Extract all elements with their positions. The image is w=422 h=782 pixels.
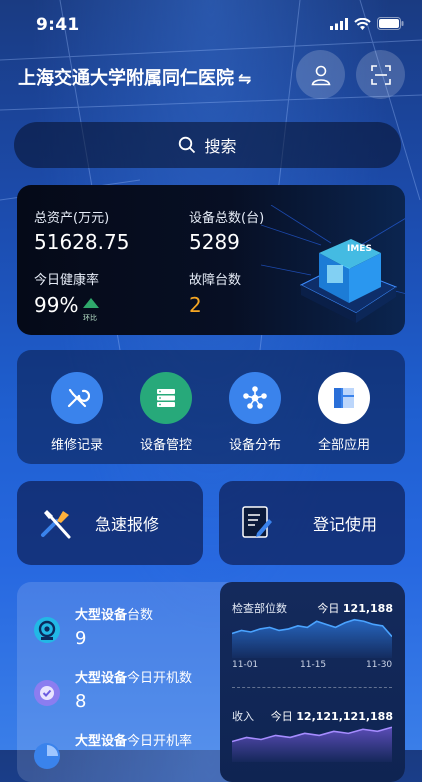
income-area-chart	[232, 726, 392, 762]
imes-chip-illustration: IMES	[261, 205, 405, 323]
large-device-count: 大型设备台数 9	[29, 604, 219, 654]
scan-button[interactable]	[356, 50, 405, 99]
trend-up-icon	[83, 298, 99, 308]
quick-actions: 维修记录 设备管控 设备分布 全部应用	[17, 350, 405, 464]
target-icon	[34, 617, 60, 643]
metric-title: 大型设备今日开机率	[75, 734, 193, 749]
large-device-power-on-count: 大型设备今日开机数 8	[29, 667, 219, 717]
metric-value: 8	[75, 691, 87, 712]
device-total-label: 设备总数(台)	[189, 211, 265, 226]
trend-up-badge: 环比	[83, 293, 103, 322]
hospital-selector[interactable]: 上海交通大学附属同仁医院 ⇋	[18, 64, 251, 90]
x-tick: 11-01	[232, 660, 259, 670]
chart-divider	[232, 687, 392, 688]
status-icons	[330, 17, 404, 30]
x-tick: 11-15	[300, 660, 327, 670]
fault-value: 2	[189, 293, 202, 317]
chip-label: IMES	[347, 244, 372, 254]
status-bar: 9:41	[0, 0, 422, 50]
user-profile-button[interactable]	[296, 50, 345, 99]
action-label: 全部应用	[317, 438, 370, 453]
stats-card: IMES 总资产(万元) 51628.75 设备总数(台) 5289 今日健康率…	[17, 185, 405, 335]
wifi-icon	[354, 17, 371, 30]
all-apps-action[interactable]: 全部应用	[304, 372, 384, 453]
hospital-name: 上海交通大学附属同仁医院	[18, 68, 234, 89]
scan-icon	[370, 64, 391, 85]
pie-chart-icon	[34, 743, 60, 769]
register-edit-icon	[242, 506, 272, 538]
total-assets-label: 总资产(万元)	[34, 211, 110, 226]
exams-area-chart	[232, 618, 392, 658]
large-device-power-on-rate: 大型设备今日开机率	[29, 730, 219, 780]
device-total-value: 5289	[189, 230, 240, 254]
action-label: 维修记录	[50, 438, 103, 453]
grid-apps-icon	[318, 372, 370, 424]
server-icon	[140, 372, 192, 424]
register-use-label: 登记使用	[313, 515, 378, 534]
cellular-signal-icon	[330, 17, 348, 30]
status-time: 9:41	[36, 15, 80, 35]
repair-tools-icon	[41, 510, 71, 539]
search-bar[interactable]: 搜索	[14, 122, 401, 168]
network-nodes-icon	[229, 372, 281, 424]
search-icon	[179, 136, 196, 154]
switch-hospital-icon: ⇋	[238, 69, 252, 88]
health-rate-label: 今日健康率	[34, 273, 100, 288]
quick-repair-button[interactable]: 急速报修	[17, 481, 203, 565]
action-label: 设备分布	[228, 438, 281, 453]
health-rate-value: 99%	[34, 293, 79, 317]
device-distribution-action[interactable]: 设备分布	[215, 372, 295, 453]
search-label: 搜索	[204, 137, 237, 156]
area-fill	[232, 619, 392, 658]
x-tick: 11-30	[366, 660, 393, 670]
wrench-screwdriver-icon	[51, 372, 103, 424]
register-use-button[interactable]: 登记使用	[219, 481, 405, 565]
equipment-overview-panel: 大型设备台数 9 大型设备今日开机数 8 大型设备今日开机率 检查部位数 今日 …	[17, 582, 405, 782]
action-label: 设备管控	[139, 438, 192, 453]
equipment-metrics: 大型设备台数 9 大型设备今日开机数 8 大型设备今日开机率	[17, 582, 217, 782]
fault-label: 故障台数	[189, 273, 242, 288]
trend-charts: 检查部位数 今日 121,188 11-01 11-15 11-30 收入 今日…	[220, 582, 405, 782]
device-control-action[interactable]: 设备管控	[126, 372, 206, 453]
user-icon	[311, 65, 330, 85]
metric-value: 9	[75, 628, 87, 649]
quick-repair-label: 急速报修	[95, 515, 160, 534]
metric-title: 大型设备台数	[75, 608, 154, 623]
battery-icon	[377, 17, 404, 30]
total-assets-value: 51628.75	[34, 230, 130, 254]
check-badge-icon	[34, 680, 60, 706]
repair-record-action[interactable]: 维修记录	[37, 372, 117, 453]
trend-badge-text: 环比	[83, 314, 97, 322]
metric-title: 大型设备今日开机数	[75, 671, 193, 686]
area-fill	[232, 727, 392, 762]
